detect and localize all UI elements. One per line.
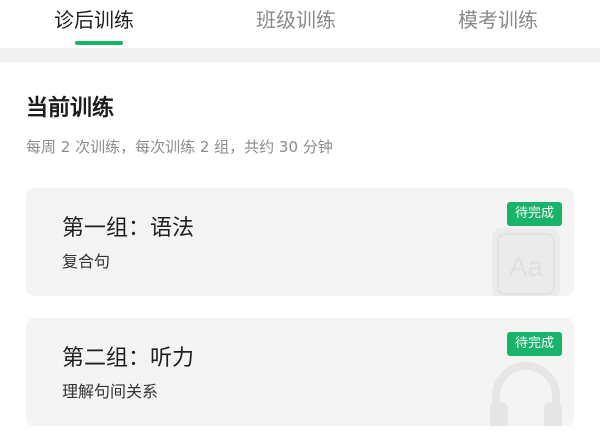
- card-title: 第二组：听力: [62, 346, 195, 371]
- svg-text:Aa: Aa: [509, 251, 544, 282]
- active-tab-indicator: [75, 41, 123, 45]
- tab-post-diagnosis-training[interactable]: 诊后训练: [54, 6, 134, 34]
- grammar-aa-icon: Aa: [492, 228, 560, 296]
- headphones-icon: [490, 362, 562, 426]
- card-subtitle: 复合句: [62, 252, 111, 271]
- section-subtitle: 每周 2 次训练，每次训练 2 组，共约 30 分钟: [26, 138, 333, 156]
- tab-mock-exam-training[interactable]: 模考训练: [458, 6, 538, 34]
- section-divider: [0, 48, 600, 62]
- tab-bar: 诊后训练 班级训练 模考训练: [0, 0, 600, 48]
- training-card-grammar[interactable]: Aa 第一组：语法 复合句 待完成: [26, 188, 574, 296]
- status-badge: 待完成: [506, 202, 562, 226]
- tab-class-training[interactable]: 班级训练: [256, 6, 336, 34]
- section-title: 当前训练: [26, 96, 115, 121]
- card-subtitle: 理解句间关系: [62, 382, 159, 401]
- status-badge: 待完成: [506, 332, 562, 356]
- card-title: 第一组：语法: [62, 216, 195, 241]
- training-card-listening[interactable]: 第二组：听力 理解句间关系 待完成: [26, 318, 574, 426]
